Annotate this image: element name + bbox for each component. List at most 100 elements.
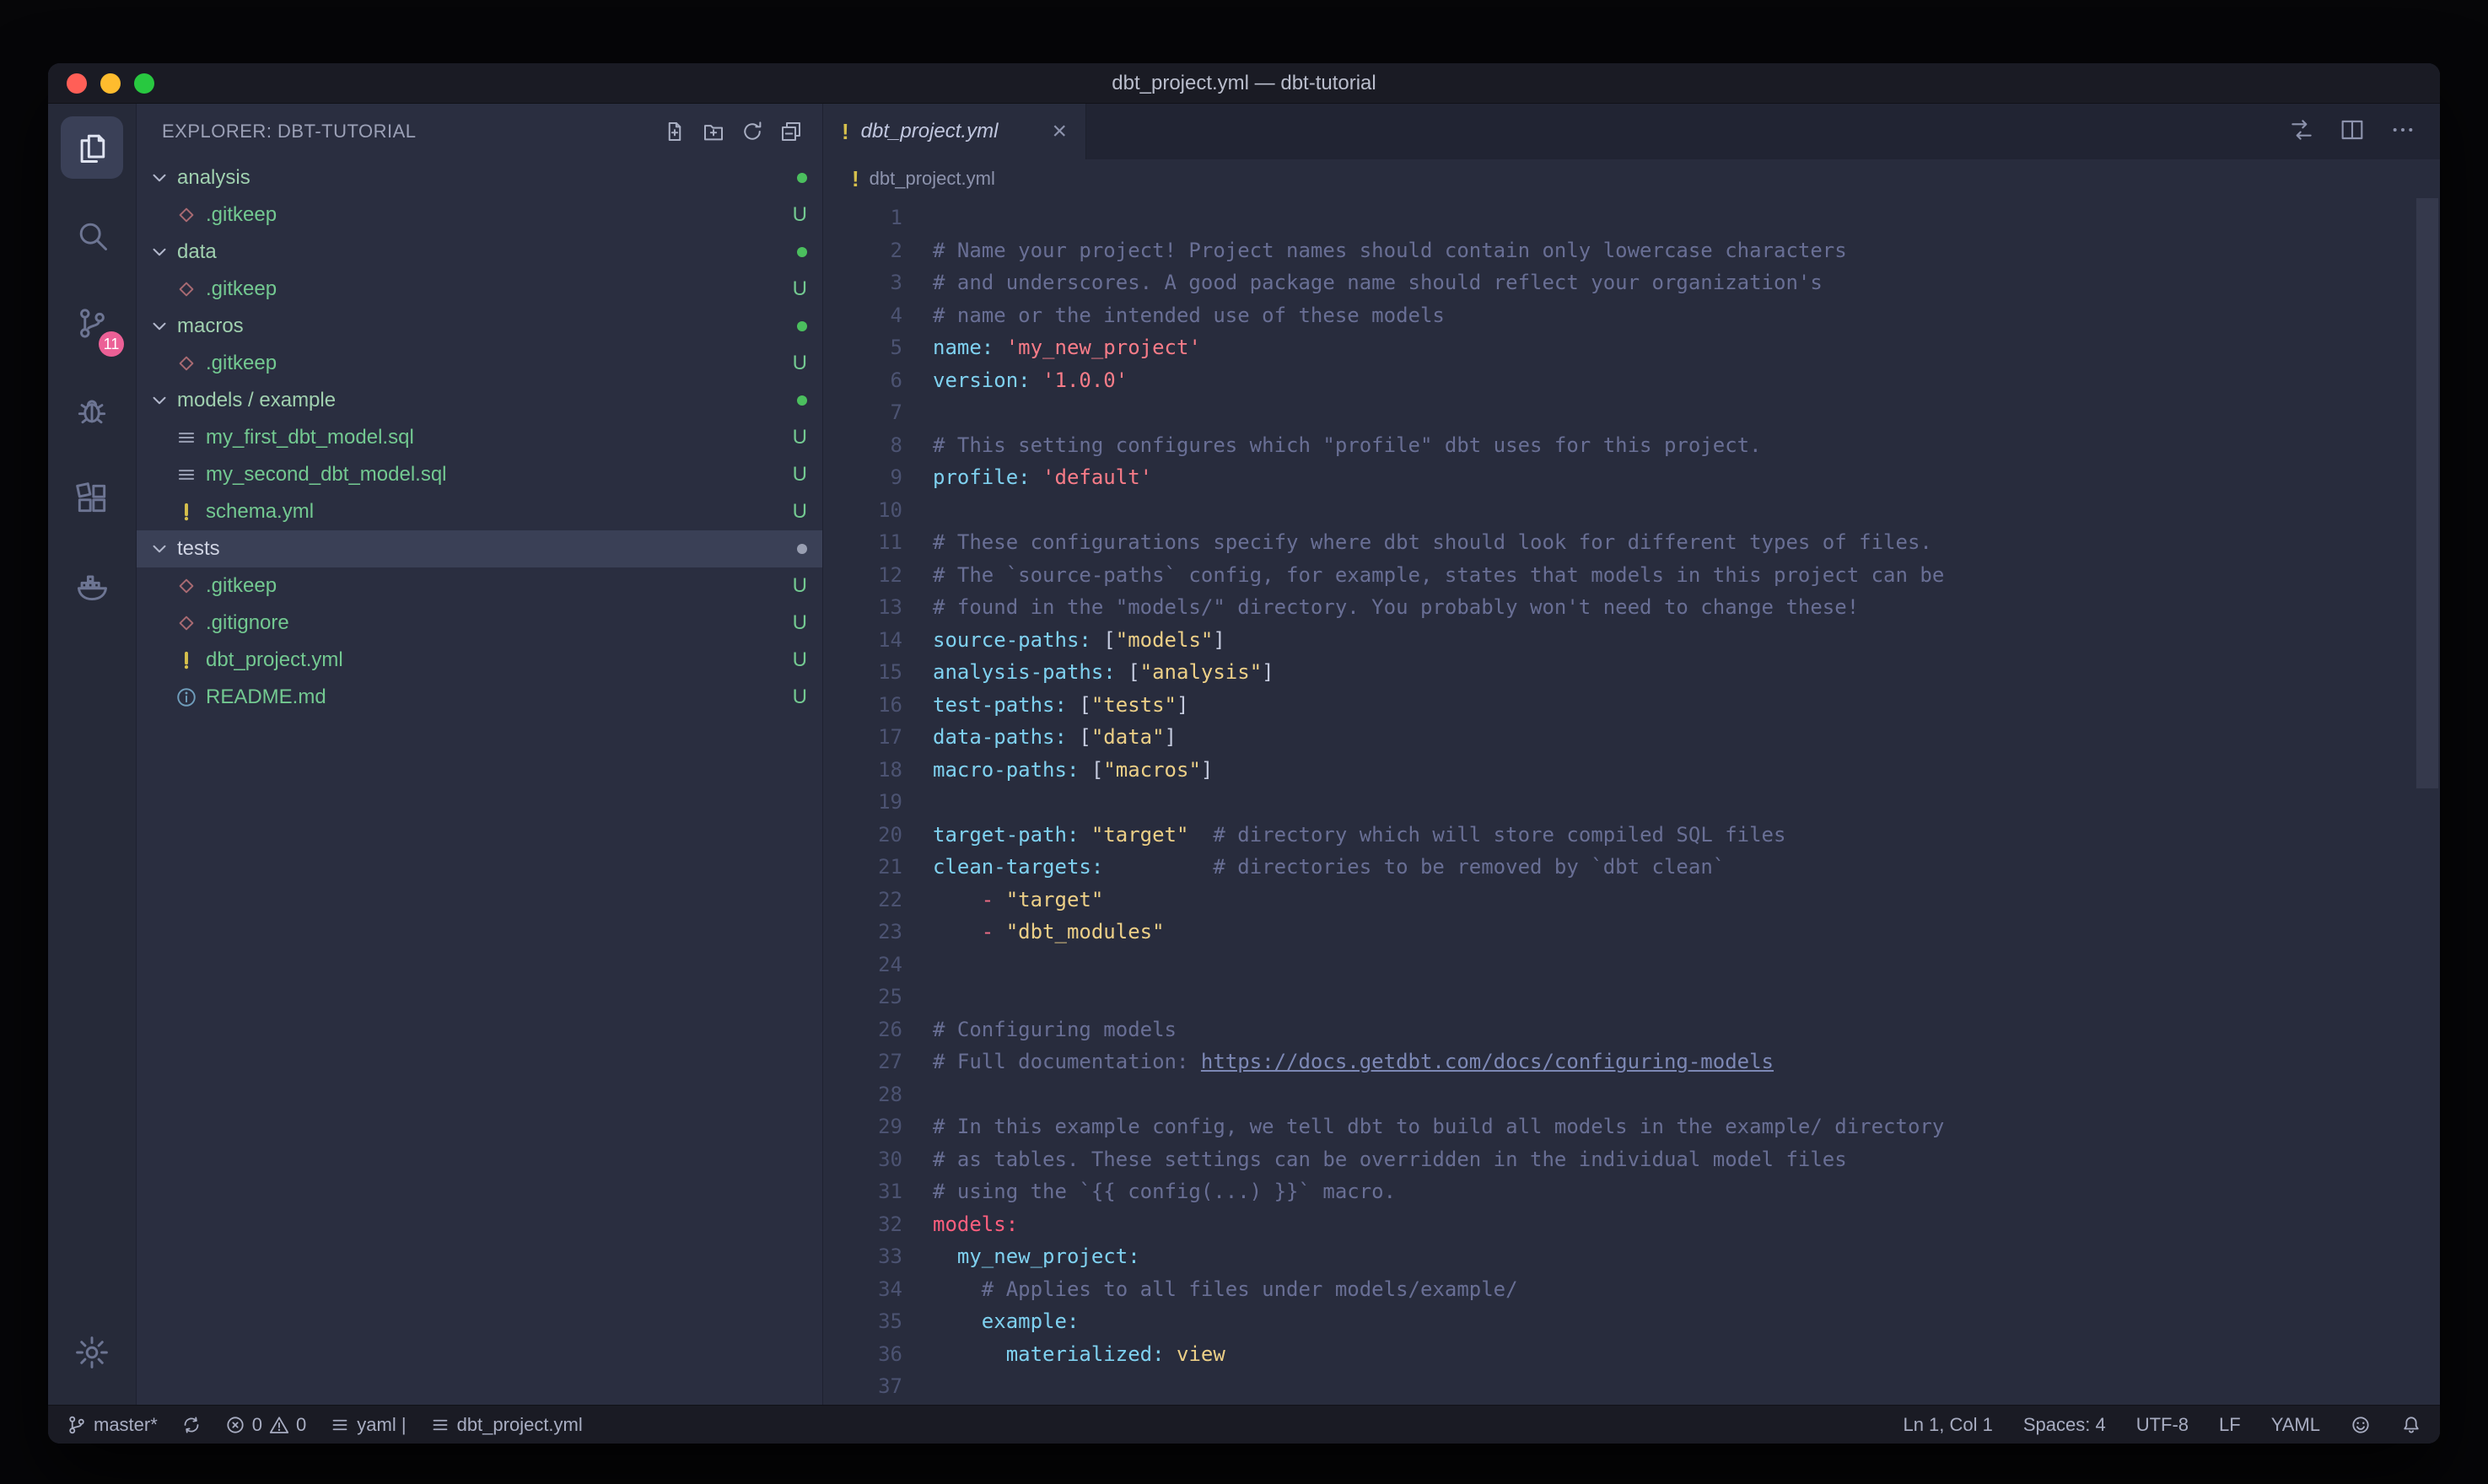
activity-source-control[interactable]: 11	[48, 279, 136, 367]
code-line[interactable]: 20target-path: "target" # directory whic…	[823, 819, 2440, 852]
tree-file-dbt-project-yml[interactable]: dbt_project.ymlU	[137, 642, 822, 679]
code-editor[interactable]: 12# Name your project! Project names sho…	[823, 198, 2440, 1405]
status-active-file[interactable]: dbt_project.yml	[430, 1414, 583, 1436]
editor-scrollbar[interactable]	[2416, 198, 2438, 788]
minimap[interactable]	[2234, 205, 2403, 367]
code-line[interactable]: 1	[823, 202, 2440, 234]
tree-file-gitkeep[interactable]: .gitkeepU	[137, 271, 822, 308]
code-line[interactable]: 29# In this example config, we tell dbt …	[823, 1110, 2440, 1143]
status-encoding[interactable]: UTF-8	[2136, 1414, 2189, 1436]
activity-explorer[interactable]	[48, 104, 136, 191]
new-folder-button[interactable]	[694, 112, 733, 151]
code-line[interactable]: 11# These configurations specify where d…	[823, 526, 2440, 559]
tree-item-label: README.md	[206, 686, 326, 709]
code-line[interactable]: 30# as tables. These settings can be ove…	[823, 1143, 2440, 1176]
code-line[interactable]: 16test-paths: ["tests"]	[823, 689, 2440, 722]
status-yaml-indicator[interactable]: yaml |	[330, 1414, 406, 1436]
code-line[interactable]: 31# using the `{{ config(...) }}` macro.	[823, 1175, 2440, 1208]
status-problems[interactable]: 00	[225, 1414, 307, 1436]
status-sync-changes[interactable]	[181, 1415, 202, 1435]
code-text: analysis-paths: ["analysis"]	[933, 656, 1274, 689]
status-feedback[interactable]	[2351, 1415, 2371, 1435]
git-status-badge: U	[793, 463, 807, 487]
status-indentation[interactable]: Spaces: 4	[2023, 1414, 2106, 1436]
extensions-icon	[73, 480, 110, 517]
code-line[interactable]: 3# and underscores. A good package name …	[823, 266, 2440, 299]
activity-run-debug[interactable]	[48, 367, 136, 454]
code-line[interactable]: 8# This setting configures which "profil…	[823, 429, 2440, 462]
refresh-explorer-button[interactable]	[733, 112, 772, 151]
code-token: source-paths:	[933, 628, 1091, 652]
minimize-window-button[interactable]	[100, 73, 121, 94]
code-line[interactable]: 9profile: 'default'	[823, 461, 2440, 494]
close-tab-icon[interactable]: ×	[1052, 117, 1067, 146]
code-line[interactable]: 22 - "target"	[823, 884, 2440, 917]
code-token: -	[982, 888, 994, 911]
code-line[interactable]: 25	[823, 981, 2440, 1014]
tree-folder-analysis[interactable]: analysis	[137, 159, 822, 196]
tree-folder-macros[interactable]: macros	[137, 308, 822, 345]
status-eol[interactable]: LF	[2219, 1414, 2241, 1436]
code-line[interactable]: 4# name or the intended use of these mod…	[823, 299, 2440, 332]
code-line[interactable]: 7	[823, 396, 2440, 429]
code-line[interactable]: 36 materialized: view	[823, 1338, 2440, 1371]
close-window-button[interactable]	[67, 73, 87, 94]
activity-settings[interactable]	[48, 1309, 136, 1396]
code-line[interactable]: 18macro-paths: ["macros"]	[823, 754, 2440, 787]
code-line[interactable]: 21clean-targets: # directories to be rem…	[823, 851, 2440, 884]
code-line[interactable]: 12# The `source-paths` config, for examp…	[823, 559, 2440, 592]
code-line[interactable]: 5name: 'my_new_project'	[823, 331, 2440, 364]
collapse-folders-button[interactable]	[772, 112, 810, 151]
gear-icon	[73, 1334, 110, 1371]
code-line[interactable]: 26# Configuring models	[823, 1014, 2440, 1046]
code-line[interactable]: 6version: '1.0.0'	[823, 364, 2440, 397]
code-line[interactable]: 34 # Applies to all files under models/e…	[823, 1273, 2440, 1306]
code-line[interactable]: 13# found in the "models/" directory. Yo…	[823, 591, 2440, 624]
code-token: # The `source-paths` config, for example…	[933, 563, 1944, 587]
activity-docker[interactable]	[48, 542, 136, 630]
code-link[interactable]: https://docs.getdbt.com/docs/configuring…	[1201, 1050, 1774, 1073]
zoom-window-button[interactable]	[134, 73, 154, 94]
code-line[interactable]: 17data-paths: ["data"]	[823, 721, 2440, 754]
tree-file-gitkeep[interactable]: .gitkeepU	[137, 196, 822, 234]
status-language-mode[interactable]: YAML	[2271, 1414, 2320, 1436]
split-editor-button[interactable]	[2339, 116, 2366, 148]
activity-extensions[interactable]	[48, 454, 136, 542]
tree-folder-tests[interactable]: tests	[137, 530, 822, 567]
tree-folder-data[interactable]: data	[137, 234, 822, 271]
open-changes-button[interactable]	[2288, 116, 2315, 148]
new-file-button[interactable]	[655, 112, 694, 151]
tree-file-readme-md[interactable]: README.mdU	[137, 679, 822, 716]
code-line[interactable]: 14source-paths: ["models"]	[823, 624, 2440, 657]
code-line[interactable]: 35 example:	[823, 1305, 2440, 1338]
code-line[interactable]: 10	[823, 494, 2440, 527]
breadcrumb-file[interactable]: dbt_project.yml	[870, 168, 995, 190]
code-line[interactable]: 37	[823, 1370, 2440, 1403]
status-notifications[interactable]	[2401, 1415, 2421, 1435]
tree-file-schema-yml[interactable]: schema.ymlU	[137, 493, 822, 530]
line-number: 30	[823, 1143, 902, 1176]
code-line[interactable]: 32models:	[823, 1208, 2440, 1241]
code-token: # directories to be removed by `dbt clea…	[1213, 855, 1725, 879]
code-line[interactable]: 2# Name your project! Project names shou…	[823, 234, 2440, 267]
code-line[interactable]: 27# Full documentation: https://docs.get…	[823, 1046, 2440, 1078]
status-cursor-position[interactable]: Ln 1, Col 1	[1903, 1414, 1992, 1436]
code-token: # Applies to all files under models/exam…	[982, 1277, 1518, 1301]
tree-file-gitkeep[interactable]: .gitkeepU	[137, 345, 822, 382]
tree-folder-models-example[interactable]: models / example	[137, 382, 822, 419]
code-line[interactable]: 33 my_new_project:	[823, 1240, 2440, 1273]
activity-search[interactable]	[48, 191, 136, 279]
status-git-branch[interactable]: master*	[67, 1414, 158, 1436]
tree-file-gitkeep[interactable]: .gitkeepU	[137, 567, 822, 605]
code-line[interactable]: 24	[823, 949, 2440, 981]
code-line[interactable]: 28	[823, 1078, 2440, 1111]
code-line[interactable]: 23 - "dbt_modules"	[823, 916, 2440, 949]
tree-file-my-second-dbt-model-sql[interactable]: my_second_dbt_model.sqlU	[137, 456, 822, 493]
more-actions-button[interactable]	[2389, 116, 2416, 148]
tree-file-gitignore[interactable]: .gitignoreU	[137, 605, 822, 642]
code-line[interactable]: 19	[823, 786, 2440, 819]
tree-file-my-first-dbt-model-sql[interactable]: my_first_dbt_model.sqlU	[137, 419, 822, 456]
tab-dbt-project-yml[interactable]: ! dbt_project.yml ×	[823, 104, 1086, 159]
tree-item-label: my_first_dbt_model.sql	[206, 426, 414, 449]
code-line[interactable]: 15analysis-paths: ["analysis"]	[823, 656, 2440, 689]
